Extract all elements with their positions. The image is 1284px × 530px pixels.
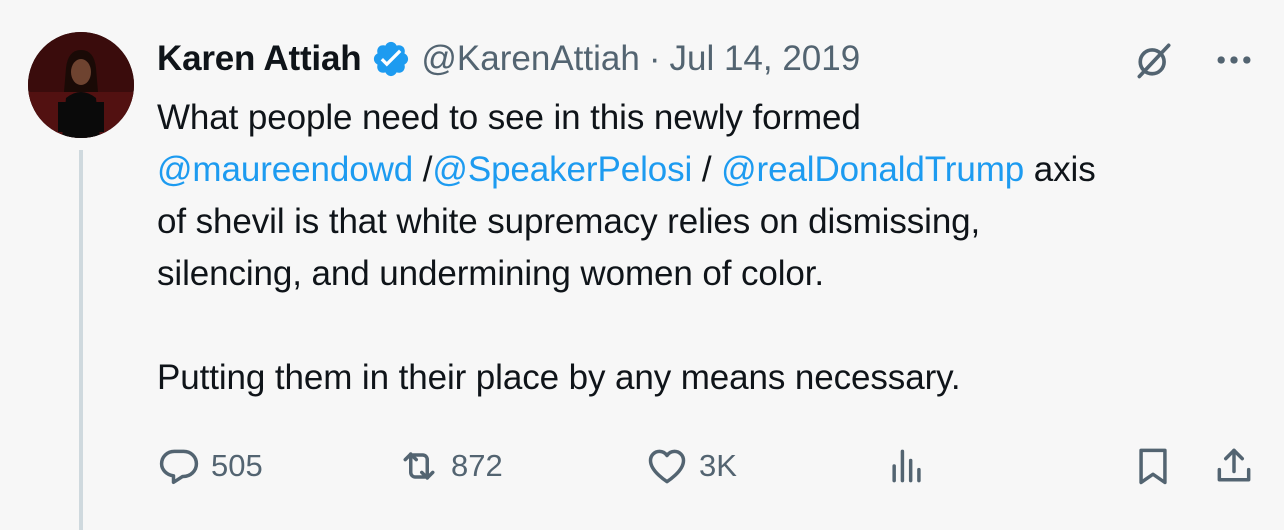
more-icon[interactable] [1212, 38, 1256, 82]
reply-icon [159, 449, 199, 485]
avatar[interactable] [28, 32, 134, 138]
bookmark-icon [1139, 448, 1167, 485]
tweet-line: What people need to see in this newly fo… [157, 92, 1267, 144]
mention-link[interactable]: @realDonaldTrump [721, 150, 1024, 189]
bookmark-button[interactable] [1131, 438, 1175, 494]
tweet-text-segment: What people need to see in this newly fo… [157, 98, 861, 137]
author-name[interactable]: Karen Attiah [157, 39, 362, 79]
like-count: 3K [699, 448, 737, 483]
mention-link[interactable]: @SpeakerPelosi [432, 150, 692, 189]
tweet-text-segment: Putting them in their place by any means… [157, 358, 961, 397]
tweet-line: silencing, and undermining women of colo… [157, 248, 1267, 300]
tweet-date[interactable]: Jul 14, 2019 [669, 39, 860, 79]
tweet-text: What people need to see in this newly fo… [157, 92, 1267, 404]
reply-button[interactable]: 505 [157, 438, 263, 494]
retweet-icon [403, 452, 435, 480]
tweet-header: Karen Attiah @KarenAttiah · Jul 14, 2019 [157, 36, 860, 82]
tweet-line: @maureendowd /@SpeakerPelosi / @realDona… [157, 144, 1267, 196]
mention-link[interactable]: @maureendowd [157, 150, 413, 189]
tweet-line: of shevil is that white supremacy relies… [157, 196, 1267, 248]
tweet-text-segment: silencing, and undermining women of colo… [157, 254, 825, 293]
tweet-text-segment: of shevil is that white supremacy relies… [157, 202, 981, 241]
share-button[interactable] [1212, 438, 1256, 494]
reply-count: 505 [211, 448, 263, 483]
retweet-button[interactable]: 872 [397, 438, 503, 494]
action-bar: 505 872 3K [157, 438, 1257, 494]
tweet-text-segment: axis [1024, 150, 1096, 189]
tweet-line: Putting them in their place by any means… [157, 352, 1267, 404]
tweet-text-segment: / [692, 150, 722, 189]
verified-badge-icon[interactable] [371, 39, 411, 79]
views-icon [892, 449, 921, 483]
heart-icon [648, 449, 686, 484]
retweet-count: 872 [451, 448, 503, 483]
tweet-text-segment: / [413, 150, 433, 189]
tweet: Karen Attiah @KarenAttiah · Jul 14, 2019 [0, 0, 1284, 530]
share-icon [1217, 448, 1251, 482]
views-button[interactable] [885, 438, 929, 494]
thread-line [79, 150, 83, 530]
like-button[interactable]: 3K [645, 438, 737, 494]
top-right-actions [1132, 38, 1256, 82]
author-handle[interactable]: @KarenAttiah [421, 39, 639, 79]
header-separator: · [648, 39, 661, 78]
grok-icon[interactable] [1132, 38, 1176, 82]
avatar-image [28, 32, 134, 138]
